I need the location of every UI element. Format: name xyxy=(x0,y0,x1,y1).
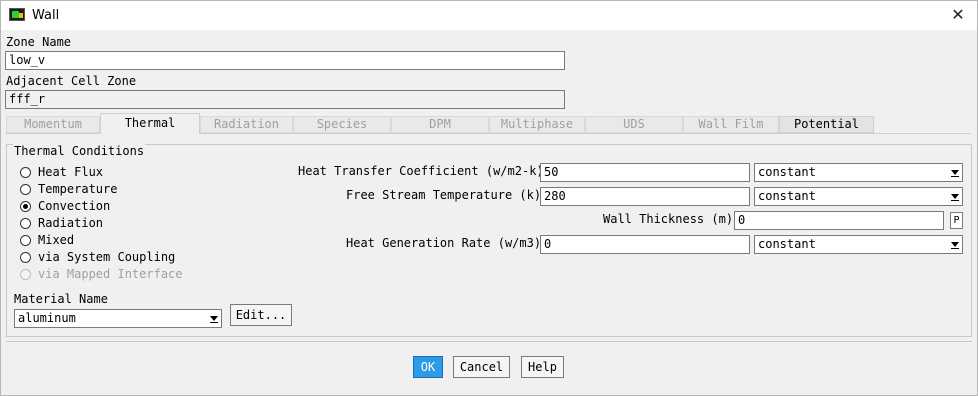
material-name-value: aluminum xyxy=(18,311,76,325)
radio-label: Heat Flux xyxy=(38,165,104,179)
title-bar[interactable]: Wall ✕ xyxy=(1,1,977,30)
radio-label: via System Coupling xyxy=(38,250,176,264)
hgr-label: Heat Generation Rate (w/m3) xyxy=(346,236,542,250)
parameter-button[interactable]: P xyxy=(950,212,963,229)
tab-species[interactable]: Species xyxy=(293,116,391,133)
fst-method-dropdown[interactable]: constant xyxy=(754,187,963,206)
window-title: Wall xyxy=(32,8,60,23)
material-name-dropdown[interactable]: aluminum xyxy=(14,309,222,328)
cancel-button[interactable]: Cancel xyxy=(453,356,510,378)
zone-name-input[interactable]: low_v xyxy=(5,51,565,70)
hgr-method-value: constant xyxy=(758,237,816,251)
fst-label: Free Stream Temperature (k) xyxy=(346,188,542,202)
app-icon xyxy=(9,8,25,21)
tab-thermal[interactable]: Thermal xyxy=(100,113,200,134)
htc-label: Heat Transfer Coefficient (w/m2-k) xyxy=(298,164,544,178)
htc-input[interactable]: 50 xyxy=(540,163,750,182)
radio-label: Convection xyxy=(38,199,111,213)
radio-label: Temperature xyxy=(38,182,118,196)
zone-name-label: Zone Name xyxy=(6,35,72,49)
chevron-down-icon xyxy=(951,242,959,247)
htc-method-value: constant xyxy=(758,165,816,179)
tab-wall-film[interactable]: Wall Film xyxy=(683,116,779,133)
material-name-label: Material Name xyxy=(14,292,108,306)
tab-dpm[interactable]: DPM xyxy=(391,116,489,133)
radio-label: via Mapped Interface xyxy=(38,267,183,281)
tab-uds[interactable]: UDS xyxy=(585,116,683,133)
radio-label: Mixed xyxy=(38,233,75,247)
radio-button[interactable] xyxy=(20,201,31,212)
close-icon[interactable]: ✕ xyxy=(945,3,971,27)
radio-button[interactable] xyxy=(20,252,31,263)
radio-button[interactable] xyxy=(20,235,31,246)
tab-momentum[interactable]: Momentum xyxy=(6,116,100,133)
chevron-down-icon xyxy=(951,170,959,175)
radio-button xyxy=(20,269,31,280)
tab-multiphase[interactable]: Multiphase xyxy=(489,116,585,133)
chevron-down-icon xyxy=(951,194,959,199)
help-button[interactable]: Help xyxy=(521,356,564,378)
radio-button[interactable] xyxy=(20,184,31,195)
hgr-input[interactable]: 0 xyxy=(540,235,750,254)
edit-material-button[interactable]: Edit... xyxy=(230,304,292,326)
wall-thickness-input[interactable]: 0 xyxy=(734,211,944,230)
adjacent-cell-zone-label: Adjacent Cell Zone xyxy=(6,74,137,88)
tab-potential[interactable]: Potential xyxy=(779,116,874,133)
radio-button[interactable] xyxy=(20,167,31,178)
tab-radiation[interactable]: Radiation xyxy=(200,116,293,133)
chevron-down-icon xyxy=(210,316,218,321)
htc-method-dropdown[interactable]: constant xyxy=(754,163,963,182)
fst-input[interactable]: 280 xyxy=(540,187,750,206)
adjacent-cell-zone-field: fff_r xyxy=(5,90,565,109)
footer-separator xyxy=(6,341,972,342)
fst-method-value: constant xyxy=(758,189,816,203)
ok-button[interactable]: OK xyxy=(413,356,443,378)
wall-thickness-label: Wall Thickness (m) xyxy=(603,212,734,226)
thermal-conditions-title: Thermal Conditions xyxy=(13,144,146,158)
radio-button[interactable] xyxy=(20,218,31,229)
hgr-method-dropdown[interactable]: constant xyxy=(754,235,963,254)
radio-label: Radiation xyxy=(38,216,104,230)
